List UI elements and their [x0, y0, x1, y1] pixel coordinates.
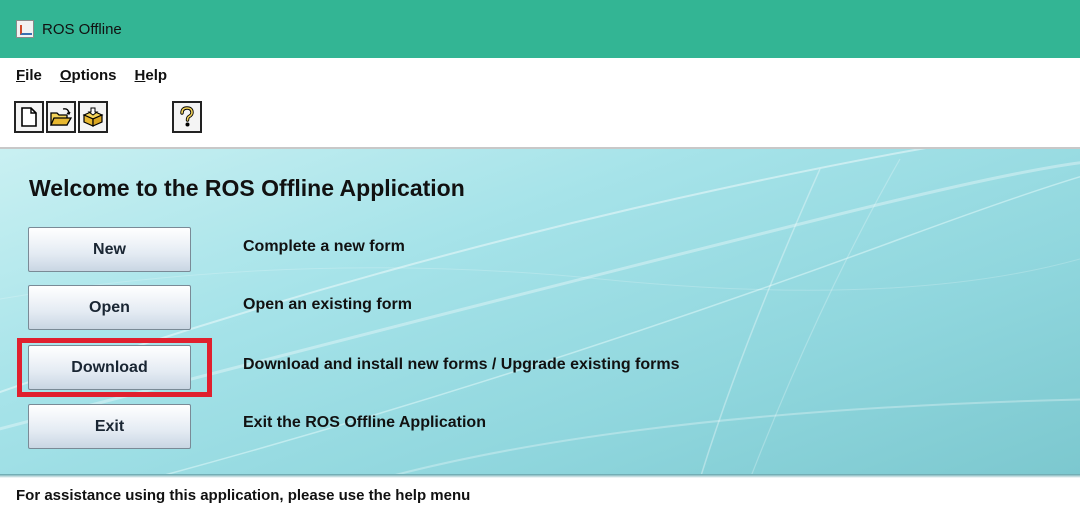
- status-text: For assistance using this application, p…: [16, 487, 471, 504]
- title-bar: ROS Offline: [0, 0, 1080, 58]
- java-icon: [16, 20, 34, 38]
- open-folder-icon: [50, 108, 72, 126]
- welcome-title: Welcome to the ROS Offline Application: [29, 175, 465, 201]
- exit-description: Exit the ROS Offline Application: [243, 414, 486, 431]
- menu-help-mnemonic: H: [134, 66, 146, 84]
- menu-help[interactable]: Help: [135, 67, 168, 84]
- panel-bottom-edge: [0, 474, 1080, 478]
- menu-file-mnemonic: F: [16, 66, 26, 84]
- open-description: Open an existing form: [243, 296, 412, 313]
- welcome-panel: Welcome to the ROS Offline Application N…: [0, 149, 1080, 474]
- exit-button[interactable]: Exit: [28, 404, 191, 449]
- menu-options-rest: ptions: [71, 66, 117, 84]
- menu-file[interactable]: File: [16, 67, 42, 84]
- menu-options-mnemonic: O: [59, 66, 72, 84]
- toolbar: [0, 92, 1080, 149]
- download-highlight-box: [17, 338, 212, 397]
- help-toolbar-button[interactable]: [172, 101, 202, 133]
- open-button[interactable]: Open: [28, 285, 191, 330]
- menu-file-rest: ile: [25, 66, 42, 84]
- open-form-toolbar-button[interactable]: [46, 101, 76, 133]
- new-form-toolbar-button[interactable]: [14, 101, 44, 133]
- question-mark-icon: [180, 106, 194, 127]
- download-forms-toolbar-button[interactable]: [78, 101, 108, 133]
- new-description: Complete a new form: [243, 238, 405, 255]
- menu-options[interactable]: Options: [60, 67, 117, 84]
- menu-help-rest: elp: [145, 66, 168, 84]
- download-description: Download and install new forms / Upgrade…: [243, 356, 680, 373]
- window-title: ROS Offline: [42, 20, 122, 38]
- download-box-icon: [82, 107, 104, 127]
- menu-bar: File Options Help: [0, 58, 1080, 92]
- blank-page-icon: [21, 107, 37, 127]
- new-button[interactable]: New: [28, 227, 191, 272]
